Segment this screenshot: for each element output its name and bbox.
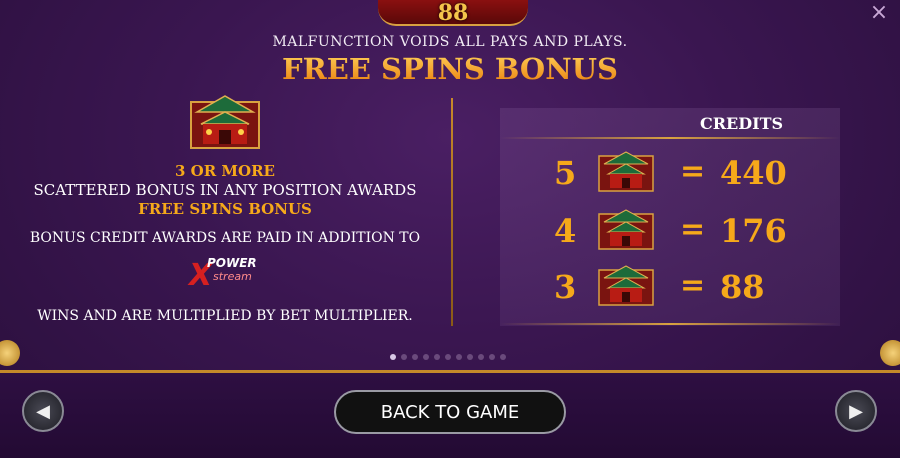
scatter-count-text: 3 OR MORE: [175, 162, 275, 180]
corner-ornament-right: [880, 340, 900, 366]
logo-stream: stream: [213, 270, 252, 283]
equals-sign: =: [680, 268, 706, 303]
symbol-count: 5: [554, 154, 577, 192]
paytable-top-line: [500, 137, 840, 139]
credits-header: CREDITS: [700, 114, 784, 133]
page-dot[interactable]: [434, 354, 440, 360]
close-icon[interactable]: ×: [868, 2, 890, 24]
malfunction-notice: MALFUNCTION VOIDS ALL PAYS AND PLAYS.: [272, 34, 628, 50]
page-dot[interactable]: [390, 354, 396, 360]
equals-sign: =: [680, 212, 706, 247]
arrow-left-icon: ◀: [36, 400, 50, 422]
page-dot[interactable]: [467, 354, 473, 360]
paytable-row: 3 = 88: [540, 264, 830, 310]
game-logo: 88: [378, 0, 528, 26]
bonus-credit-text: BONUS CREDIT AWARDS ARE PAID IN ADDITION…: [29, 230, 421, 246]
xpower-stream-logo: X POWER stream: [187, 252, 263, 294]
paytable-bottom-line: [500, 323, 840, 325]
page-dot[interactable]: [500, 354, 506, 360]
back-to-game-button[interactable]: BACK TO GAME: [334, 390, 566, 434]
multiplier-text: WINS AND ARE MULTIPLIED BY BET MULTIPLIE…: [37, 308, 413, 324]
credit-value: 176: [720, 212, 787, 250]
previous-page-button[interactable]: ◀: [22, 390, 64, 432]
symbol-count: 3: [554, 268, 577, 306]
free-spins-text: FREE SPINS BONUS: [138, 200, 312, 218]
arrow-right-icon: ▶: [849, 400, 863, 422]
credit-value: 88: [720, 268, 765, 306]
scatter-award-text: SCATTERED BONUS IN ANY POSITION AWARDS: [33, 181, 417, 199]
paytable-row: 4 = 176: [540, 208, 830, 254]
page-dot[interactable]: [445, 354, 451, 360]
page-dot[interactable]: [456, 354, 462, 360]
page-dot[interactable]: [478, 354, 484, 360]
next-page-button[interactable]: ▶: [835, 390, 877, 432]
temple-scatter-icon: [598, 264, 654, 306]
page-dot[interactable]: [423, 354, 429, 360]
page-indicator: [390, 354, 506, 360]
credit-value: 440: [720, 154, 787, 192]
paytable-row: 5 = 440: [540, 150, 830, 196]
page-dot[interactable]: [401, 354, 407, 360]
temple-scatter-icon: [189, 92, 261, 150]
page-title: FREE SPINS BONUS: [0, 52, 900, 86]
equals-sign: =: [680, 154, 706, 189]
symbol-count: 4: [554, 212, 577, 250]
game-logo-text: 88: [437, 0, 469, 26]
page-dot[interactable]: [412, 354, 418, 360]
vertical-divider: [451, 98, 453, 326]
temple-scatter-icon: [598, 150, 654, 192]
page-dot[interactable]: [489, 354, 495, 360]
corner-ornament-left: [0, 340, 20, 366]
temple-scatter-icon: [598, 208, 654, 250]
bonus-description: 3 OR MORE SCATTERED BONUS IN ANY POSITIO…: [0, 92, 450, 324]
logo-power: POWER: [207, 256, 257, 270]
